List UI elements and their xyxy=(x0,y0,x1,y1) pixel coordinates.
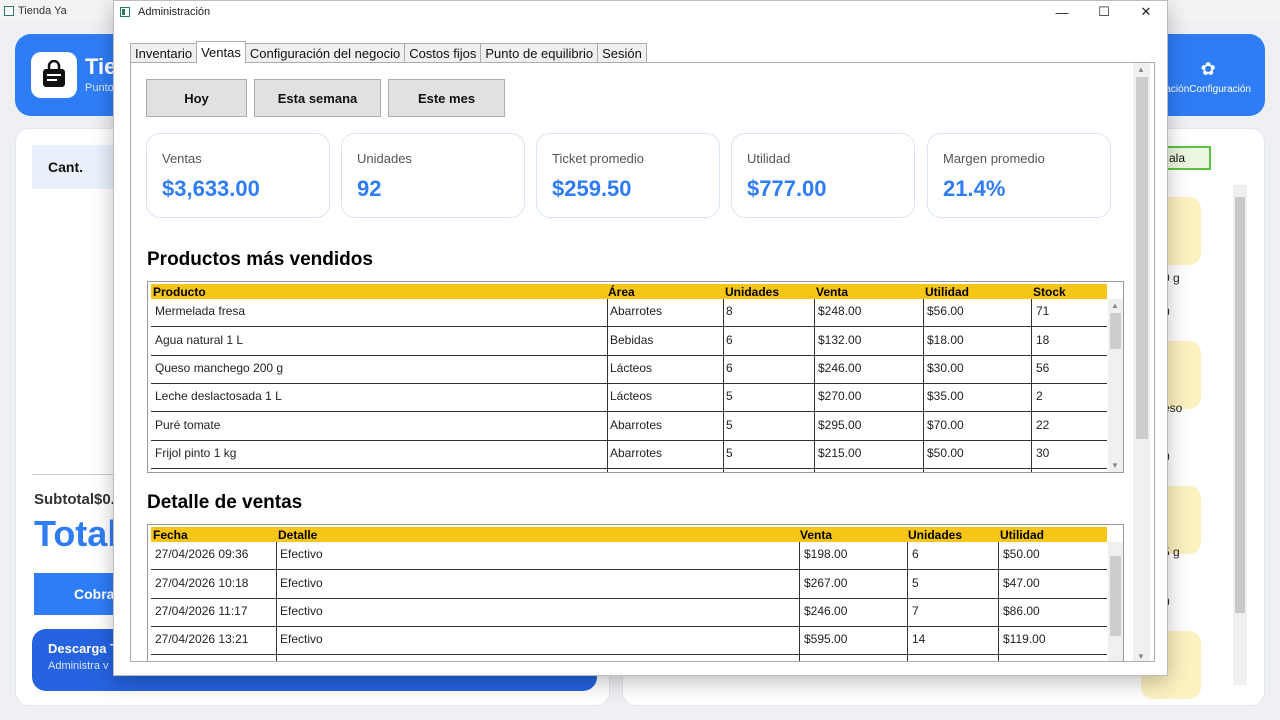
table-row[interactable]: Agua natural 1 L Bebidas 6 $132.00 $18.00 18 xyxy=(151,328,1107,356)
table-row[interactable]: 27/04/2026 11:17 Efectivo $246.00 7 $86.00 xyxy=(151,599,1107,627)
table-row[interactable]: 27/04/2026 13:21 Efectivo $595.00 14 $119.00 xyxy=(151,627,1107,655)
tab-ventas[interactable]: Ventas xyxy=(196,41,246,63)
kpi-card-average-margin: Margen promedio 21.4% xyxy=(927,133,1111,218)
gear-icon: ✿ xyxy=(1200,59,1216,79)
configuration-button[interactable]: ✿ aciónConfiguración xyxy=(1165,60,1251,95)
subtotal: Subtotal$0. xyxy=(34,491,115,508)
tab-sesion[interactable]: Sesión xyxy=(597,43,647,63)
app-icon xyxy=(4,6,14,16)
column-header[interactable]: Stock xyxy=(1033,285,1066,299)
scroll-up-icon[interactable]: ▲ xyxy=(1137,65,1145,74)
table-row[interactable]: Queso manchego 200 g Lácteos 6 $246.00 $30.0… xyxy=(151,356,1107,384)
products-scrollbar[interactable] xyxy=(1233,185,1247,685)
this-week-button[interactable]: Esta semana xyxy=(254,79,381,117)
scrollbar-thumb[interactable] xyxy=(1110,556,1121,636)
column-header[interactable]: Utilidad xyxy=(1000,528,1044,542)
store-title: Tie xyxy=(85,54,117,79)
maximize-button[interactable]: ☐ xyxy=(1083,1,1125,23)
scrollbar-thumb[interactable] xyxy=(1136,77,1148,439)
admin-titlebar: Administración — ☐ ✕ xyxy=(114,1,1167,23)
table-row[interactable]: Frijol pinto 1 kg Abarrotes 5 $215.00 $50.00… xyxy=(151,441,1107,469)
kpi-card-units: Unidades 92 xyxy=(341,133,525,218)
top-products-scrollbar[interactable]: ▲ ▼ xyxy=(1108,299,1123,472)
column-header[interactable]: Venta xyxy=(800,528,832,542)
admin-window-title: Administración xyxy=(138,6,211,18)
table-row[interactable] xyxy=(151,656,1107,661)
table-row[interactable]: Mermelada fresa Abarrotes 8 $248.00 $56.00 71 xyxy=(151,299,1107,327)
table-row[interactable]: Leche deslactosada 1 L Lácteos 5 $270.00 $35… xyxy=(151,384,1107,412)
scroll-down-icon[interactable]: ▼ xyxy=(1137,652,1145,661)
kpi-value: 21.4% xyxy=(943,176,1006,201)
kpi-label: Utilidad xyxy=(747,151,791,166)
top-products-grid: Producto Área Unidades Venta Utilidad St… xyxy=(147,281,1124,473)
kpi-value: 92 xyxy=(357,176,382,201)
column-header[interactable]: Área xyxy=(608,285,635,299)
sales-detail-grid: Fecha Detalle Venta Unidades Utilidad 27… xyxy=(147,524,1124,661)
cart-column-qty: Cant. xyxy=(48,159,83,175)
scrollbar-thumb[interactable] xyxy=(1110,313,1121,349)
kpi-value: $3,633.00 xyxy=(162,176,260,201)
column-header[interactable]: Venta xyxy=(816,285,848,299)
content-scrollbar[interactable]: ▲ ▼ xyxy=(1133,63,1150,661)
tab-configuracion-negocio[interactable]: Configuración del negocio xyxy=(244,43,406,63)
background-window-title: Tienda Ya xyxy=(18,5,67,17)
admin-window: Administración — ☐ ✕ Inventario Ventas C… xyxy=(113,0,1168,676)
total-label: Total xyxy=(34,513,118,554)
table-row[interactable]: 27/04/2026 09:36 Efectivo $198.00 6 $50.00 xyxy=(151,542,1107,570)
column-header[interactable]: Producto xyxy=(153,285,206,299)
configuration-label: aciónConfiguración xyxy=(1165,84,1251,95)
kpi-card-average-ticket: Ticket promedio $259.50 xyxy=(536,133,720,218)
grid-header: Fecha Detalle Venta Unidades Utilidad xyxy=(151,527,1107,542)
kpi-label: Ticket promedio xyxy=(552,151,644,166)
kpi-label: Margen promedio xyxy=(943,151,1045,166)
this-month-button[interactable]: Este mes xyxy=(388,79,505,117)
top-products-title: Productos más vendidos xyxy=(147,249,373,270)
minimize-button[interactable]: — xyxy=(1041,1,1083,23)
kpi-value: $777.00 xyxy=(747,176,827,201)
tab-bar: Inventario Ventas Configuración del nego… xyxy=(130,41,647,63)
scrollbar-thumb[interactable] xyxy=(1235,197,1245,613)
tab-inventario[interactable]: Inventario xyxy=(130,43,198,63)
sales-detail-scrollbar[interactable] xyxy=(1108,542,1123,661)
kpi-label: Ventas xyxy=(162,151,202,166)
tab-costos-fijos[interactable]: Costos fijos xyxy=(404,43,482,63)
kpi-value: $259.50 xyxy=(552,176,632,201)
kpi-card-sales: Ventas $3,633.00 xyxy=(146,133,330,218)
scroll-up-icon[interactable]: ▲ xyxy=(1111,301,1119,310)
grid-header: Producto Área Unidades Venta Utilidad St… xyxy=(151,284,1107,299)
column-header[interactable]: Unidades xyxy=(908,528,962,542)
table-row[interactable]: Puré tomate Abarrotes 5 $295.00 $70.00 22 xyxy=(151,413,1107,441)
today-button[interactable]: Hoy xyxy=(146,79,247,117)
window-icon xyxy=(120,7,130,17)
store-subtitle: Punto xyxy=(85,82,114,94)
sales-tab-content: Hoy Esta semana Este mes Ventas $3,633.0… xyxy=(130,62,1155,662)
tab-punto-equilibrio[interactable]: Punto de equilibrio xyxy=(480,43,599,63)
kpi-card-profit: Utilidad $777.00 xyxy=(731,133,915,218)
column-header[interactable]: Unidades xyxy=(725,285,779,299)
sales-detail-title: Detalle de ventas xyxy=(147,492,303,513)
scroll-down-icon[interactable]: ▼ xyxy=(1111,461,1119,470)
store-logo-icon xyxy=(31,52,77,98)
kpi-label: Unidades xyxy=(357,151,412,166)
column-header[interactable]: Utilidad xyxy=(925,285,969,299)
table-row[interactable]: 27/04/2026 10:18 Efectivo $267.00 5 $47.00 xyxy=(151,571,1107,599)
column-header[interactable]: Detalle xyxy=(278,528,317,542)
close-button[interactable]: ✕ xyxy=(1125,1,1167,23)
column-header[interactable]: Fecha xyxy=(153,528,188,542)
